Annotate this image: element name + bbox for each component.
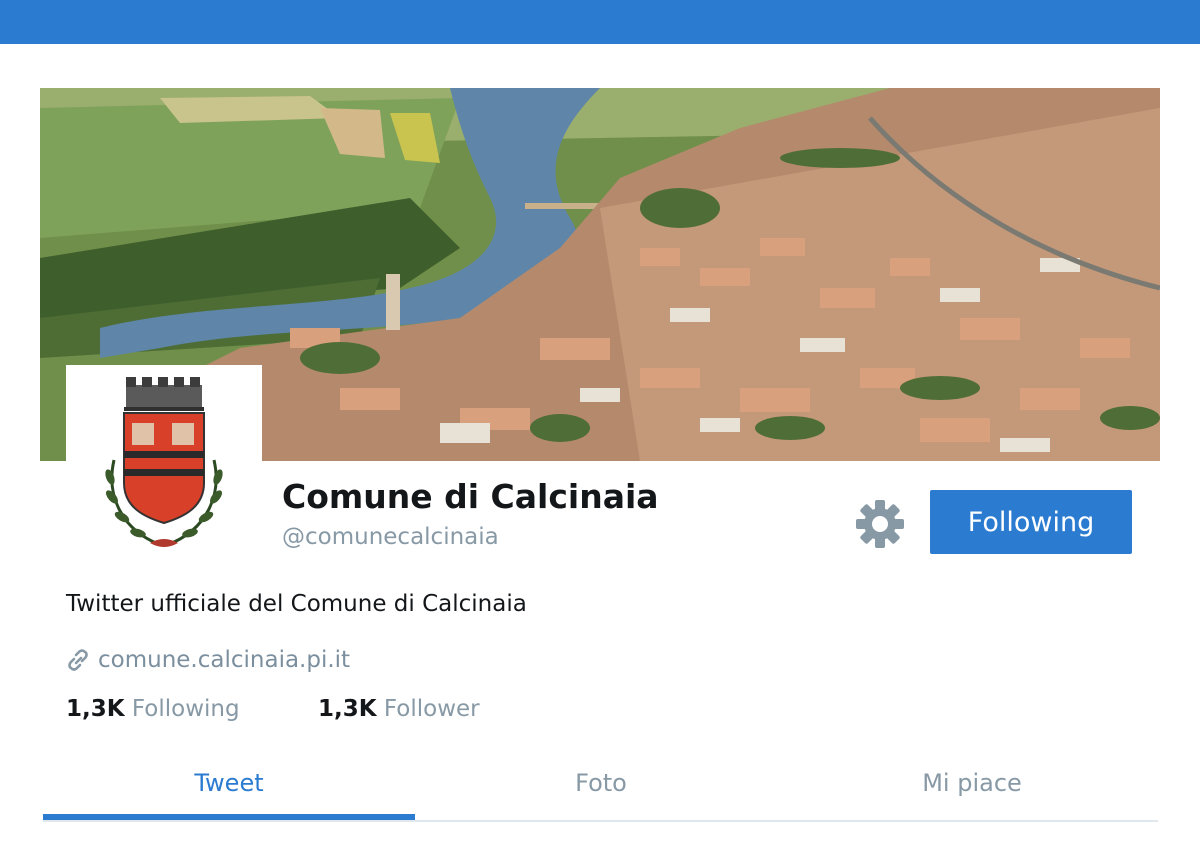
following-count[interactable]: 1,3K Following <box>66 696 240 722</box>
coat-of-arms-icon <box>105 377 223 547</box>
profile-bio: Twitter ufficiale del Comune di Calcinai… <box>66 591 527 617</box>
profile-tabs: Tweet Foto Mi piace <box>43 760 1158 822</box>
profile-handle: @comunecalcinaia <box>282 524 499 550</box>
profile-avatar[interactable] <box>66 365 262 561</box>
following-button[interactable]: Following <box>930 490 1132 554</box>
tab-mi-piace[interactable]: Mi piace <box>786 760 1158 818</box>
website-link[interactable]: comune.calcinaia.pi.it <box>98 647 350 673</box>
followers-count-value: 1,3K <box>318 696 377 722</box>
profile-website[interactable]: comune.calcinaia.pi.it <box>64 644 350 676</box>
following-count-label: Following <box>131 696 240 722</box>
gear-icon[interactable] <box>854 498 906 550</box>
tab-foto[interactable]: Foto <box>415 760 787 818</box>
tab-tweet[interactable]: Tweet <box>43 760 415 820</box>
followers-count-label: Follower <box>383 696 480 722</box>
link-icon <box>68 649 88 671</box>
profile-name: Comune di Calcinaia <box>282 477 659 516</box>
top-navigation-bar <box>0 0 1200 44</box>
following-count-value: 1,3K <box>66 696 125 722</box>
followers-count[interactable]: 1,3K Follower <box>318 696 480 722</box>
